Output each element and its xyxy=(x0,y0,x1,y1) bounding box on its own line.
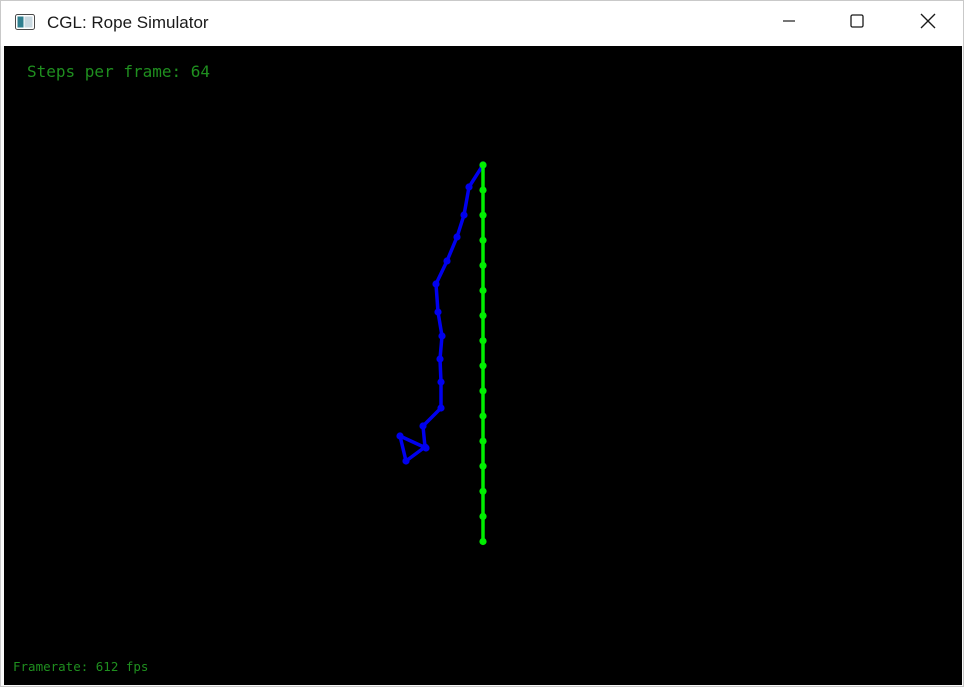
blue-rope-node xyxy=(432,280,440,288)
green-rope xyxy=(479,161,487,546)
green-rope-node xyxy=(479,337,487,345)
green-rope-node xyxy=(479,161,487,169)
green-rope-node xyxy=(479,387,487,395)
green-rope-node xyxy=(479,186,487,194)
blue-rope-node xyxy=(437,378,445,386)
blue-rope-node xyxy=(396,432,404,440)
green-rope-node xyxy=(479,512,487,520)
green-rope-node xyxy=(479,261,487,269)
close-button[interactable] xyxy=(905,1,951,46)
simulation-viewport[interactable]: Steps per frame: 64 Framerate: 612 fps xyxy=(4,46,962,685)
green-rope-node xyxy=(479,236,487,244)
blue-rope-node xyxy=(434,308,442,316)
green-rope-node xyxy=(479,286,487,295)
title-bar[interactable]: CGL: Rope Simulator xyxy=(1,1,963,46)
rope-canvas xyxy=(396,161,487,546)
green-rope-node xyxy=(479,437,487,445)
blue-rope-segments xyxy=(398,164,485,463)
minimize-icon xyxy=(782,14,796,33)
green-rope-node xyxy=(479,211,487,219)
maximize-icon xyxy=(850,14,864,33)
maximize-button[interactable] xyxy=(834,1,880,46)
green-rope-node xyxy=(479,537,487,546)
app-window: CGL: Rope Simulator Steps per frame: 64 … xyxy=(0,0,964,687)
green-rope-node xyxy=(479,312,487,320)
blue-rope xyxy=(396,161,487,465)
blue-rope-node xyxy=(460,211,468,219)
green-rope-node xyxy=(479,412,487,420)
green-rope-node xyxy=(479,487,487,495)
blue-rope-node xyxy=(419,422,427,430)
blue-rope-node xyxy=(422,444,430,452)
steps-per-frame-label: Steps per frame: 64 xyxy=(27,62,211,81)
blue-rope-node xyxy=(437,404,445,412)
blue-rope-node xyxy=(436,355,444,363)
framerate-label: Framerate: 612 fps xyxy=(13,659,149,674)
green-rope-node xyxy=(479,462,487,470)
close-icon xyxy=(920,13,936,34)
blue-rope-node xyxy=(443,257,451,265)
green-rope-node xyxy=(479,362,487,370)
blue-rope-node xyxy=(453,233,461,241)
minimize-button[interactable] xyxy=(766,1,812,46)
blue-rope-node xyxy=(438,332,446,340)
app-window-icon xyxy=(15,14,35,30)
blue-rope-node xyxy=(465,183,473,191)
blue-rope-node xyxy=(402,457,410,465)
window-title: CGL: Rope Simulator xyxy=(47,13,209,32)
